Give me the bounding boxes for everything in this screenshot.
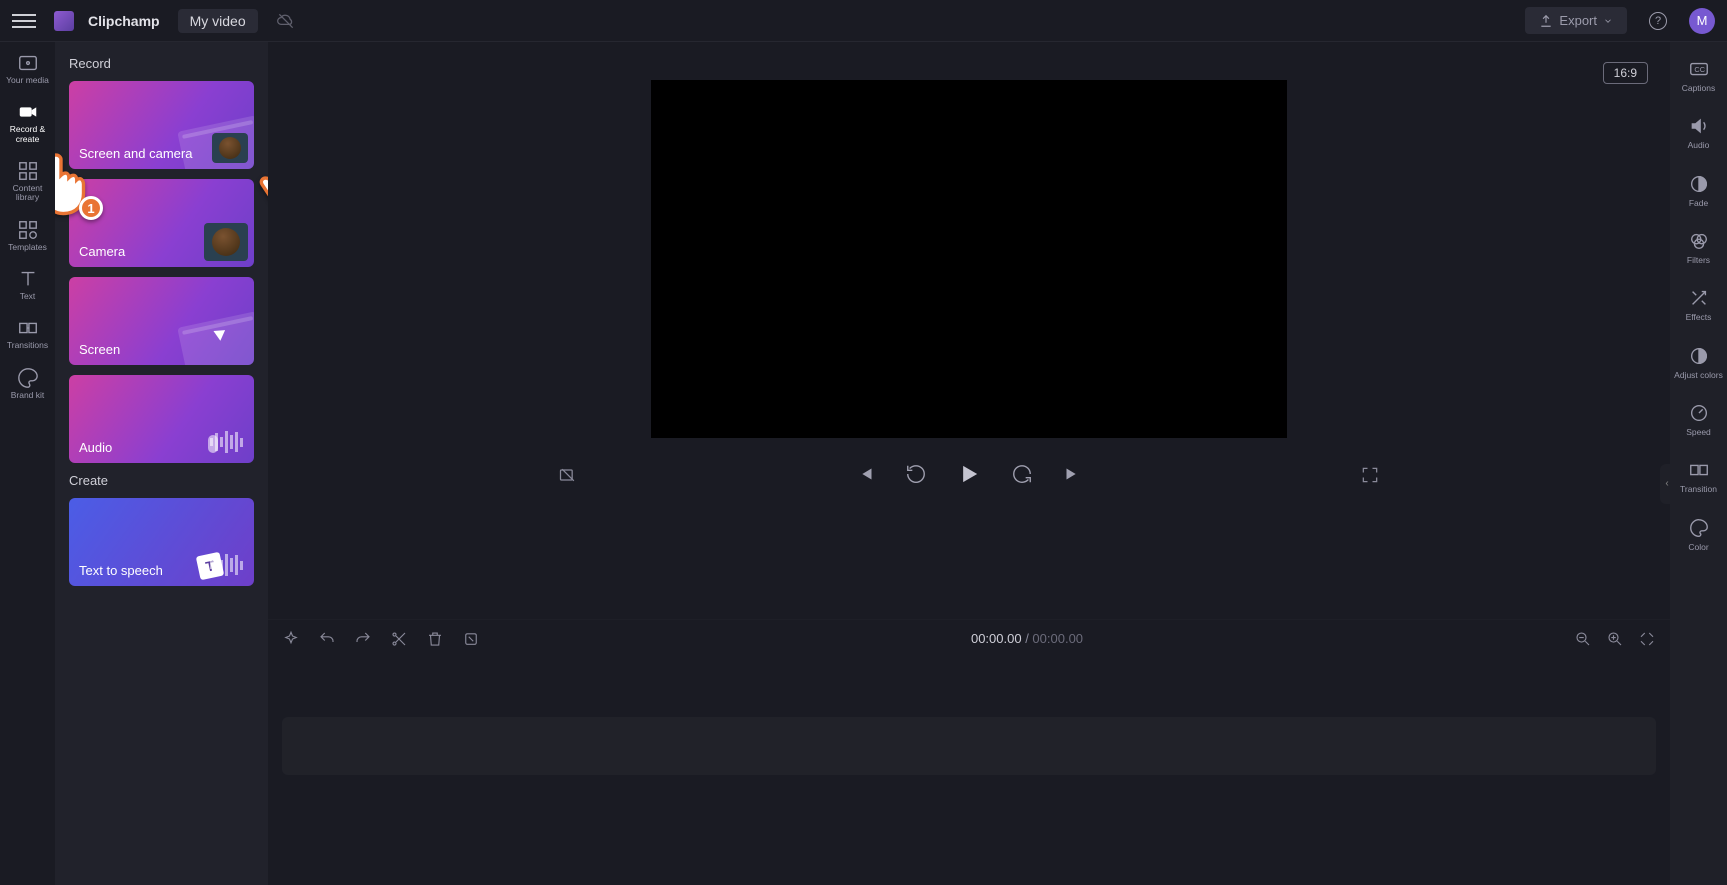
prop-audio[interactable]: Audio [1672,115,1726,150]
svg-text:CC: CC [1694,65,1705,74]
skip-back-button[interactable] [855,463,877,485]
sync-disabled-icon [276,11,296,31]
zoom-in-button[interactable] [1606,630,1624,648]
waveform-icon [210,429,250,455]
card-screen-and-camera[interactable]: Screen and camera [69,81,254,169]
fullscreen-button[interactable] [1360,465,1380,483]
delete-button[interactable] [426,630,444,648]
fade-icon [1688,173,1710,195]
timeline-track[interactable] [282,717,1656,775]
clipchamp-logo [54,11,74,31]
media-icon [17,52,39,74]
redo-button[interactable] [354,630,372,648]
speed-icon [1688,402,1710,424]
nav-brand-kit[interactable]: Brand kit [4,367,52,400]
text-icon [17,268,39,290]
export-button[interactable]: Export [1525,7,1627,34]
crop-button[interactable] [462,630,480,648]
palette-icon [1688,517,1710,539]
filters-icon [1688,230,1710,252]
prop-filters[interactable]: Filters [1672,230,1726,265]
nav-your-media[interactable]: Your media [4,52,52,85]
brandkit-icon [17,367,39,389]
menu-button[interactable] [12,9,36,33]
prop-effects[interactable]: Effects [1672,287,1726,322]
sparkle-icon[interactable] [282,630,300,648]
waveform-icon [210,552,250,578]
prop-transition[interactable]: Transition [1672,459,1726,494]
card-audio[interactable]: Audio [69,375,254,463]
top-bar: Clipchamp My video Export ? M [0,0,1727,42]
zoom-out-button[interactable] [1574,630,1592,648]
card-camera[interactable]: Camera [69,179,254,267]
nav-content-library[interactable]: Content library [4,160,52,203]
split-button[interactable] [390,630,408,648]
forward-button[interactable] [1011,463,1033,485]
right-properties-panel: ‹ CC Captions Audio Fade Filters Effects… [1670,42,1727,885]
transitions-icon [17,317,39,339]
prop-adjust-colors[interactable]: Adjust colors [1672,345,1726,380]
section-title-record: Record [69,56,254,71]
section-title-create: Create [69,473,254,488]
help-button[interactable]: ? [1649,12,1667,30]
avatar[interactable]: M [1689,8,1715,34]
contrast-icon [1688,345,1710,367]
camera-icon [17,101,39,123]
skip-forward-button[interactable] [1061,463,1083,485]
export-label: Export [1559,13,1597,28]
effects-icon [1688,287,1710,309]
left-nav: Your media Record & create Content libra… [0,42,55,885]
prop-fade[interactable]: Fade [1672,173,1726,208]
speaker-icon [1688,115,1710,137]
nav-transitions[interactable]: Transitions [4,317,52,350]
mute-thumbnail-icon[interactable] [558,465,578,483]
prop-color[interactable]: Color [1672,517,1726,552]
center-area: 16:9 00: [268,42,1670,885]
library-icon [17,160,39,182]
rewind-button[interactable] [905,463,927,485]
brand-label: Clipchamp [88,13,160,29]
aspect-ratio-button[interactable]: 16:9 [1603,62,1648,84]
prop-captions[interactable]: CC Captions [1672,58,1726,93]
project-title-input[interactable]: My video [178,9,258,33]
nav-templates[interactable]: Templates [4,219,52,252]
captions-icon: CC [1688,58,1710,80]
transition-icon [1688,459,1710,481]
preview-area: 16:9 [268,42,1670,619]
nav-record-create[interactable]: Record & create [4,101,52,144]
player-controls [268,438,1670,510]
timeline[interactable] [268,657,1670,885]
collapse-right-button[interactable]: ‹ [1660,464,1674,504]
timecode: 00:00.00 / 00:00.00 [498,631,1556,646]
zoom-fit-button[interactable] [1638,630,1656,648]
prop-speed[interactable]: Speed [1672,402,1726,437]
play-button[interactable] [955,460,983,488]
record-create-panel: Record Screen and camera Camera Screen A… [55,42,268,885]
timeline-toolbar: 00:00.00 / 00:00.00 [268,619,1670,657]
card-screen[interactable]: Screen [69,277,254,365]
video-preview[interactable] [651,80,1287,438]
card-text-to-speech[interactable]: T Text to speech [69,498,254,586]
templates-icon [17,219,39,241]
undo-button[interactable] [318,630,336,648]
nav-text[interactable]: Text [4,268,52,301]
